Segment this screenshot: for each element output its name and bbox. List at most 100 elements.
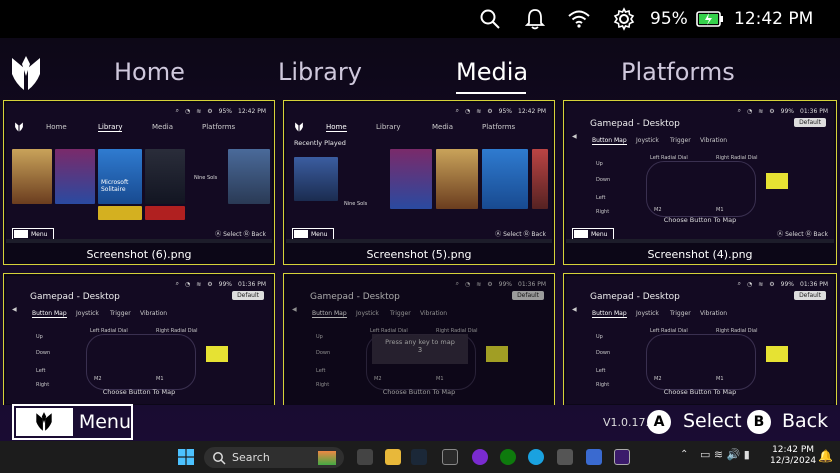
menu-button[interactable]: Menu [12,404,133,440]
windows-start-icon[interactable] [178,449,194,469]
gamepad-outline [646,161,756,217]
thumb-tab: Media [432,123,454,131]
thumb-tab: Vibration [700,137,728,144]
game-cover [12,149,52,204]
screenshot-filename: Screenshot (5).png [366,248,472,261]
file-explorer-icon[interactable] [385,449,401,465]
thumb-footer: Ⓐ Select Ⓑ Back [495,231,546,238]
thumb-label: Left [596,195,606,201]
screenshot-filename: Screenshot (4).png [647,248,753,261]
search-icon [213,451,226,465]
steam-icon[interactable] [411,449,427,465]
thumb-status: ⌕ ◔ ≋ ⚙ 99% 01:36 PM [737,107,828,115]
thumb-label: Right [596,209,610,215]
thumb-tab: Trigger [390,310,411,317]
thumb-tab: Vibration [140,310,168,317]
thumb-choose-text: Choose Button To Map [663,388,737,396]
thumb-tab: Joystick [636,310,659,317]
game-title: Nine Sols [194,175,218,181]
select-label[interactable]: Select [683,410,742,432]
game-cover [482,149,528,209]
tab-home[interactable]: Home [114,58,185,86]
press-key-overlay: Press any key to map 3 [372,334,468,364]
thumb-tab: Library [376,123,401,131]
app-icon[interactable] [586,449,602,465]
search-highlight-icon [318,450,336,465]
active-tab-indicator [456,92,526,94]
thumb-tab: Button Map [312,310,347,318]
thumb-tab: Button Map [32,310,67,318]
back-label[interactable]: Back [782,410,828,432]
search-icon[interactable] [479,0,501,38]
gamepad-outline [646,334,756,390]
app-circle-icon[interactable] [472,449,488,465]
thumb-status: ⌕ ◔ ≋ ⚙ 99% 01:36 PM [737,280,828,288]
game-cover [228,149,270,204]
thumb-default-button: Default [794,291,826,300]
taskbar-search[interactable]: Search [204,447,344,468]
game-cover [532,149,548,209]
thumb-label: Down [596,177,611,183]
screenshot-thumbnail: ⌕ ◔ ≋ ⚙ 95% 12:42 PM Home Library Media Platf… [286,103,552,243]
thumb-tab: Joystick [636,137,659,144]
thumb-status: ⌕ ◔ ≋ ⚙ 95% 12:42 PM [455,107,546,115]
screenshot-thumbnail: ⌕ ◔ ≋ ⚙ 99% 01:36 PM ◀ Gamepad - Desktop Defa… [566,276,834,404]
thumb-tab: Trigger [110,310,131,317]
thumb-choose-text: Choose Button To Map [102,388,176,396]
thumb-section-title: Recently Played [294,139,346,147]
back-arrow-icon: ◀ [572,306,577,313]
game-cover [145,149,185,204]
battery-charging-icon [696,0,724,38]
thumb-logo [15,122,23,132]
edge-icon[interactable] [528,449,544,465]
screenshot-card[interactable]: ⌕ ◔ ≋ ⚙ 95% 12:42 PM Home Library Media Platf… [283,100,555,265]
screenshot-thumbnail: ⌕ ◔ ≋ ⚙ 99% 01:36 PM ◀ Gamepad - Desktop Defa… [286,276,552,404]
screenshot-card[interactable]: ⌕ ◔ ≋ ⚙ 99% 01:36 PM ◀ Gamepad - Desktop Defa… [563,273,837,405]
game-cover [294,157,338,201]
thumb-title: Gamepad - Desktop [310,292,400,302]
screenshot-card[interactable]: ⌕ ◔ ≋ ⚙ 99% 01:36 PM ◀ Gamepad - Desktop Defa… [563,100,837,265]
xbox-icon[interactable] [500,449,516,465]
screenshot-filename: Screenshot (6).png [86,248,192,261]
back-arrow-icon: ◀ [292,306,297,313]
thumb-tab: Button Map [592,137,627,145]
thumb-taskbar [566,239,834,243]
thumb-tab: Platforms [482,123,516,131]
thumb-logo [295,122,303,132]
thumb-default-button: Default [794,118,826,127]
store-icon[interactable] [557,449,573,465]
tray-icons[interactable]: ▭ ≋ 🔊 ▮ [700,448,750,461]
gear-icon[interactable] [612,0,636,38]
highlighted-mapping [766,173,788,189]
screenshot-card[interactable]: ⌕ ◔ ≋ ⚙ 99% 01:36 PM ◀ Gamepad - Desktop Defa… [283,273,555,405]
thumb-label: Left [36,368,46,374]
highlighted-mapping [766,346,788,362]
zotac-app-icon[interactable] [614,449,630,465]
search-placeholder: Search [232,451,270,464]
thumb-label: Left [596,368,606,374]
thumb-tab: Joystick [76,310,99,317]
task-view-icon[interactable] [357,449,373,465]
gamepad-outline [86,334,196,390]
clock: 12:42 PM [734,9,814,29]
tray-chevron-icon[interactable]: ⌃ [680,449,688,460]
thumb-footer: Ⓐ Select Ⓑ Back [215,231,266,238]
taskbar-clock[interactable]: 12:42 PM 12/3/2024 [770,445,816,467]
epic-games-icon[interactable] [442,449,458,465]
thumb-label: Down [36,350,51,356]
back-arrow-icon: ◀ [12,306,17,313]
notification-bell-icon[interactable]: 🔔 [818,449,833,463]
tab-platforms[interactable]: Platforms [621,58,735,86]
thumb-label: Up [36,334,43,340]
wifi-icon [567,0,591,38]
thumb-taskbar [6,239,272,243]
thumb-tab: Library [98,123,123,132]
screenshot-card[interactable]: ⌕ ◔ ≋ ⚙ 95% 12:42 PM Home Library Media Platf… [3,100,275,265]
bell-icon[interactable] [525,0,545,38]
thumb-tab: Vibration [420,310,448,317]
thumb-label: Left [316,368,326,374]
screenshot-card[interactable]: ⌕ ◔ ≋ ⚙ 99% 01:36 PM ◀ Gamepad - Desktop Defa… [3,273,275,405]
tab-media[interactable]: Media [456,58,528,86]
thumb-label: Up [596,334,603,340]
tab-library[interactable]: Library [278,58,362,86]
